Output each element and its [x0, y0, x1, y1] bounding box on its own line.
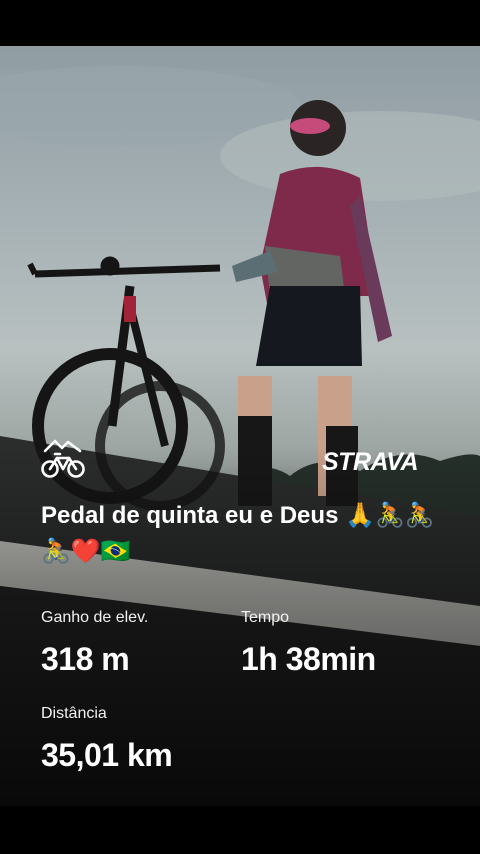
- letterbox-bottom: [0, 806, 480, 854]
- stat-label: Tempo: [241, 609, 290, 626]
- stat-time: Tempo 1h 38min: [241, 609, 376, 678]
- stat-value: 318 m: [41, 641, 130, 677]
- activity-photo: [0, 46, 480, 806]
- stat-value: 1h 38min: [241, 641, 376, 677]
- activity-title: Pedal de quinta eu e Deus 🙏🚴🚴🚴❤️🇧🇷: [41, 502, 435, 565]
- stat-label: Distância: [41, 705, 107, 722]
- cycling-icon: [40, 436, 86, 480]
- stat-distance: Distância 35,01 km: [41, 705, 173, 774]
- stat-label: Ganho de elev.: [41, 609, 149, 626]
- strava-logo: STRAVA: [322, 448, 419, 476]
- stat-value: 35,01 km: [41, 737, 173, 773]
- letterbox-top: [0, 0, 480, 46]
- stat-elevation: Ganho de elev. 318 m: [41, 609, 148, 678]
